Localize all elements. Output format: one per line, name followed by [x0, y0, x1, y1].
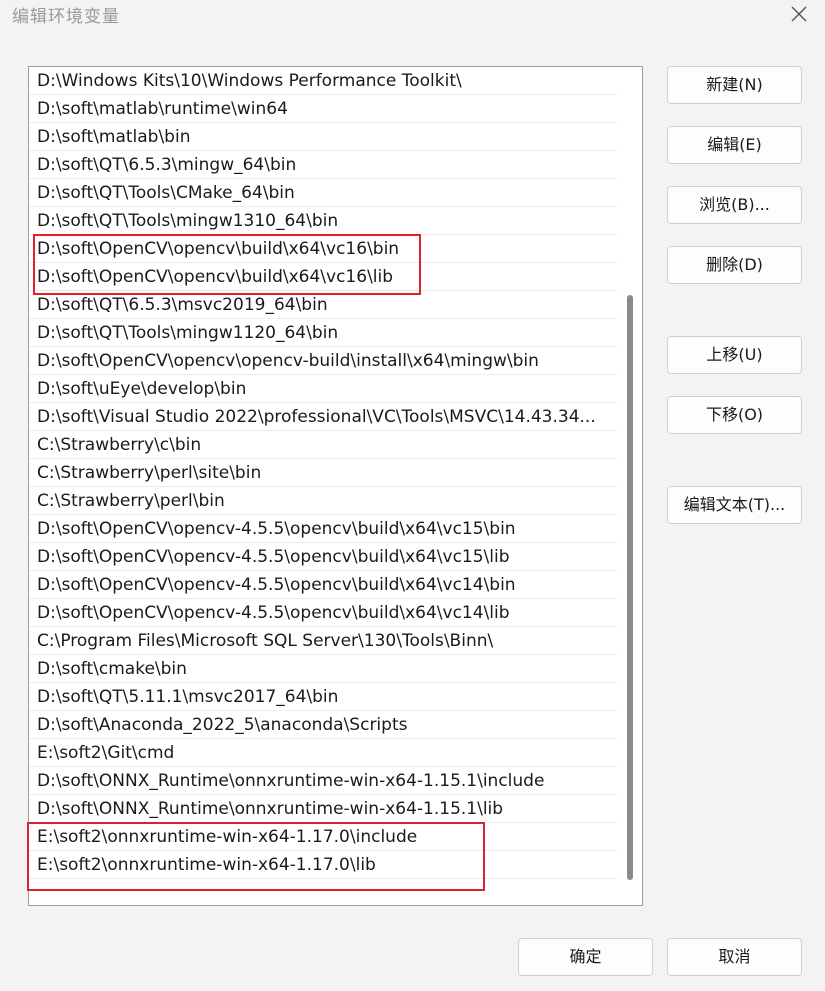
close-button[interactable]	[787, 2, 811, 26]
path-list-item[interactable]: D:\soft\cmake\bin	[29, 655, 617, 683]
cancel-button[interactable]: 取消	[667, 938, 802, 976]
path-list-item[interactable]: D:\soft\QT\5.11.1\msvc2017_64\bin	[29, 683, 617, 711]
path-list-item[interactable]: E:\soft2\onnxruntime-win-x64-1.17.0\lib	[29, 851, 617, 879]
path-list-item[interactable]: D:\soft\Visual Studio 2022\professional\…	[29, 403, 617, 431]
path-list-item[interactable]: E:\soft2\Git\cmd	[29, 739, 617, 767]
path-list-item[interactable]: D:\soft\QT\Tools\mingw1120_64\bin	[29, 319, 617, 347]
edit-text-button[interactable]: 编辑文本(T)...	[667, 486, 802, 524]
path-list-item[interactable]: D:\soft\OpenCV\opencv-4.5.5\opencv\build…	[29, 571, 617, 599]
path-list[interactable]: D:\Windows Kits\10\Windows Performance T…	[28, 66, 643, 906]
path-list-item[interactable]: C:\Strawberry\perl\site\bin	[29, 459, 617, 487]
edit-environment-variable-dialog: 编辑环境变量 D:\Windows Kits\10\Windows Perfor…	[0, 0, 825, 991]
new-button[interactable]: 新建(N)	[667, 66, 802, 104]
path-list-item[interactable]: D:\soft\matlab\bin	[29, 123, 617, 151]
vertical-scrollbar[interactable]	[627, 295, 633, 880]
path-list-item[interactable]: D:\soft\QT\Tools\mingw1310_64\bin	[29, 207, 617, 235]
path-list-item[interactable]: D:\soft\OpenCV\opencv\build\x64\vc16\lib	[29, 263, 617, 291]
move-up-button[interactable]: 上移(U)	[667, 336, 802, 374]
path-list-item[interactable]: D:\soft\OpenCV\opencv-4.5.5\opencv\build…	[29, 599, 617, 627]
path-list-items: D:\Windows Kits\10\Windows Performance T…	[29, 67, 617, 879]
browse-button[interactable]: 浏览(B)...	[667, 186, 802, 224]
path-list-item[interactable]: D:\soft\QT\Tools\CMake_64\bin	[29, 179, 617, 207]
path-list-item[interactable]: D:\soft\OpenCV\opencv-4.5.5\opencv\build…	[29, 515, 617, 543]
path-list-item[interactable]: D:\soft\ONNX_Runtime\onnxruntime-win-x64…	[29, 795, 617, 823]
path-list-item[interactable]: C:\Strawberry\c\bin	[29, 431, 617, 459]
edit-button[interactable]: 编辑(E)	[667, 126, 802, 164]
move-down-button[interactable]: 下移(O)	[667, 396, 802, 434]
delete-button[interactable]: 删除(D)	[667, 246, 802, 284]
path-list-item[interactable]: D:\soft\OpenCV\opencv\opencv-build\insta…	[29, 347, 617, 375]
path-list-item[interactable]: D:\soft\OpenCV\opencv-4.5.5\opencv\build…	[29, 543, 617, 571]
title-bar: 编辑环境变量	[0, 0, 825, 32]
path-list-item[interactable]: D:\Windows Kits\10\Windows Performance T…	[29, 67, 617, 95]
window-title: 编辑环境变量	[12, 7, 120, 27]
path-list-item[interactable]: D:\soft\QT\6.5.3\mingw_64\bin	[29, 151, 617, 179]
ok-button[interactable]: 确定	[518, 938, 653, 976]
path-list-item[interactable]: D:\soft\QT\6.5.3\msvc2019_64\bin	[29, 291, 617, 319]
path-list-item[interactable]: E:\soft2\onnxruntime-win-x64-1.17.0\incl…	[29, 823, 617, 851]
close-icon	[791, 6, 807, 22]
path-list-item[interactable]: D:\soft\OpenCV\opencv\build\x64\vc16\bin	[29, 235, 617, 263]
path-list-item[interactable]: D:\soft\uEye\develop\bin	[29, 375, 617, 403]
path-list-item[interactable]: C:\Strawberry\perl\bin	[29, 487, 617, 515]
path-list-item[interactable]: D:\soft\matlab\runtime\win64	[29, 95, 617, 123]
path-list-item[interactable]: D:\soft\ONNX_Runtime\onnxruntime-win-x64…	[29, 767, 617, 795]
path-list-item[interactable]: D:\soft\Anaconda_2022_5\anaconda\Scripts	[29, 711, 617, 739]
path-list-item[interactable]: C:\Program Files\Microsoft SQL Server\13…	[29, 627, 617, 655]
